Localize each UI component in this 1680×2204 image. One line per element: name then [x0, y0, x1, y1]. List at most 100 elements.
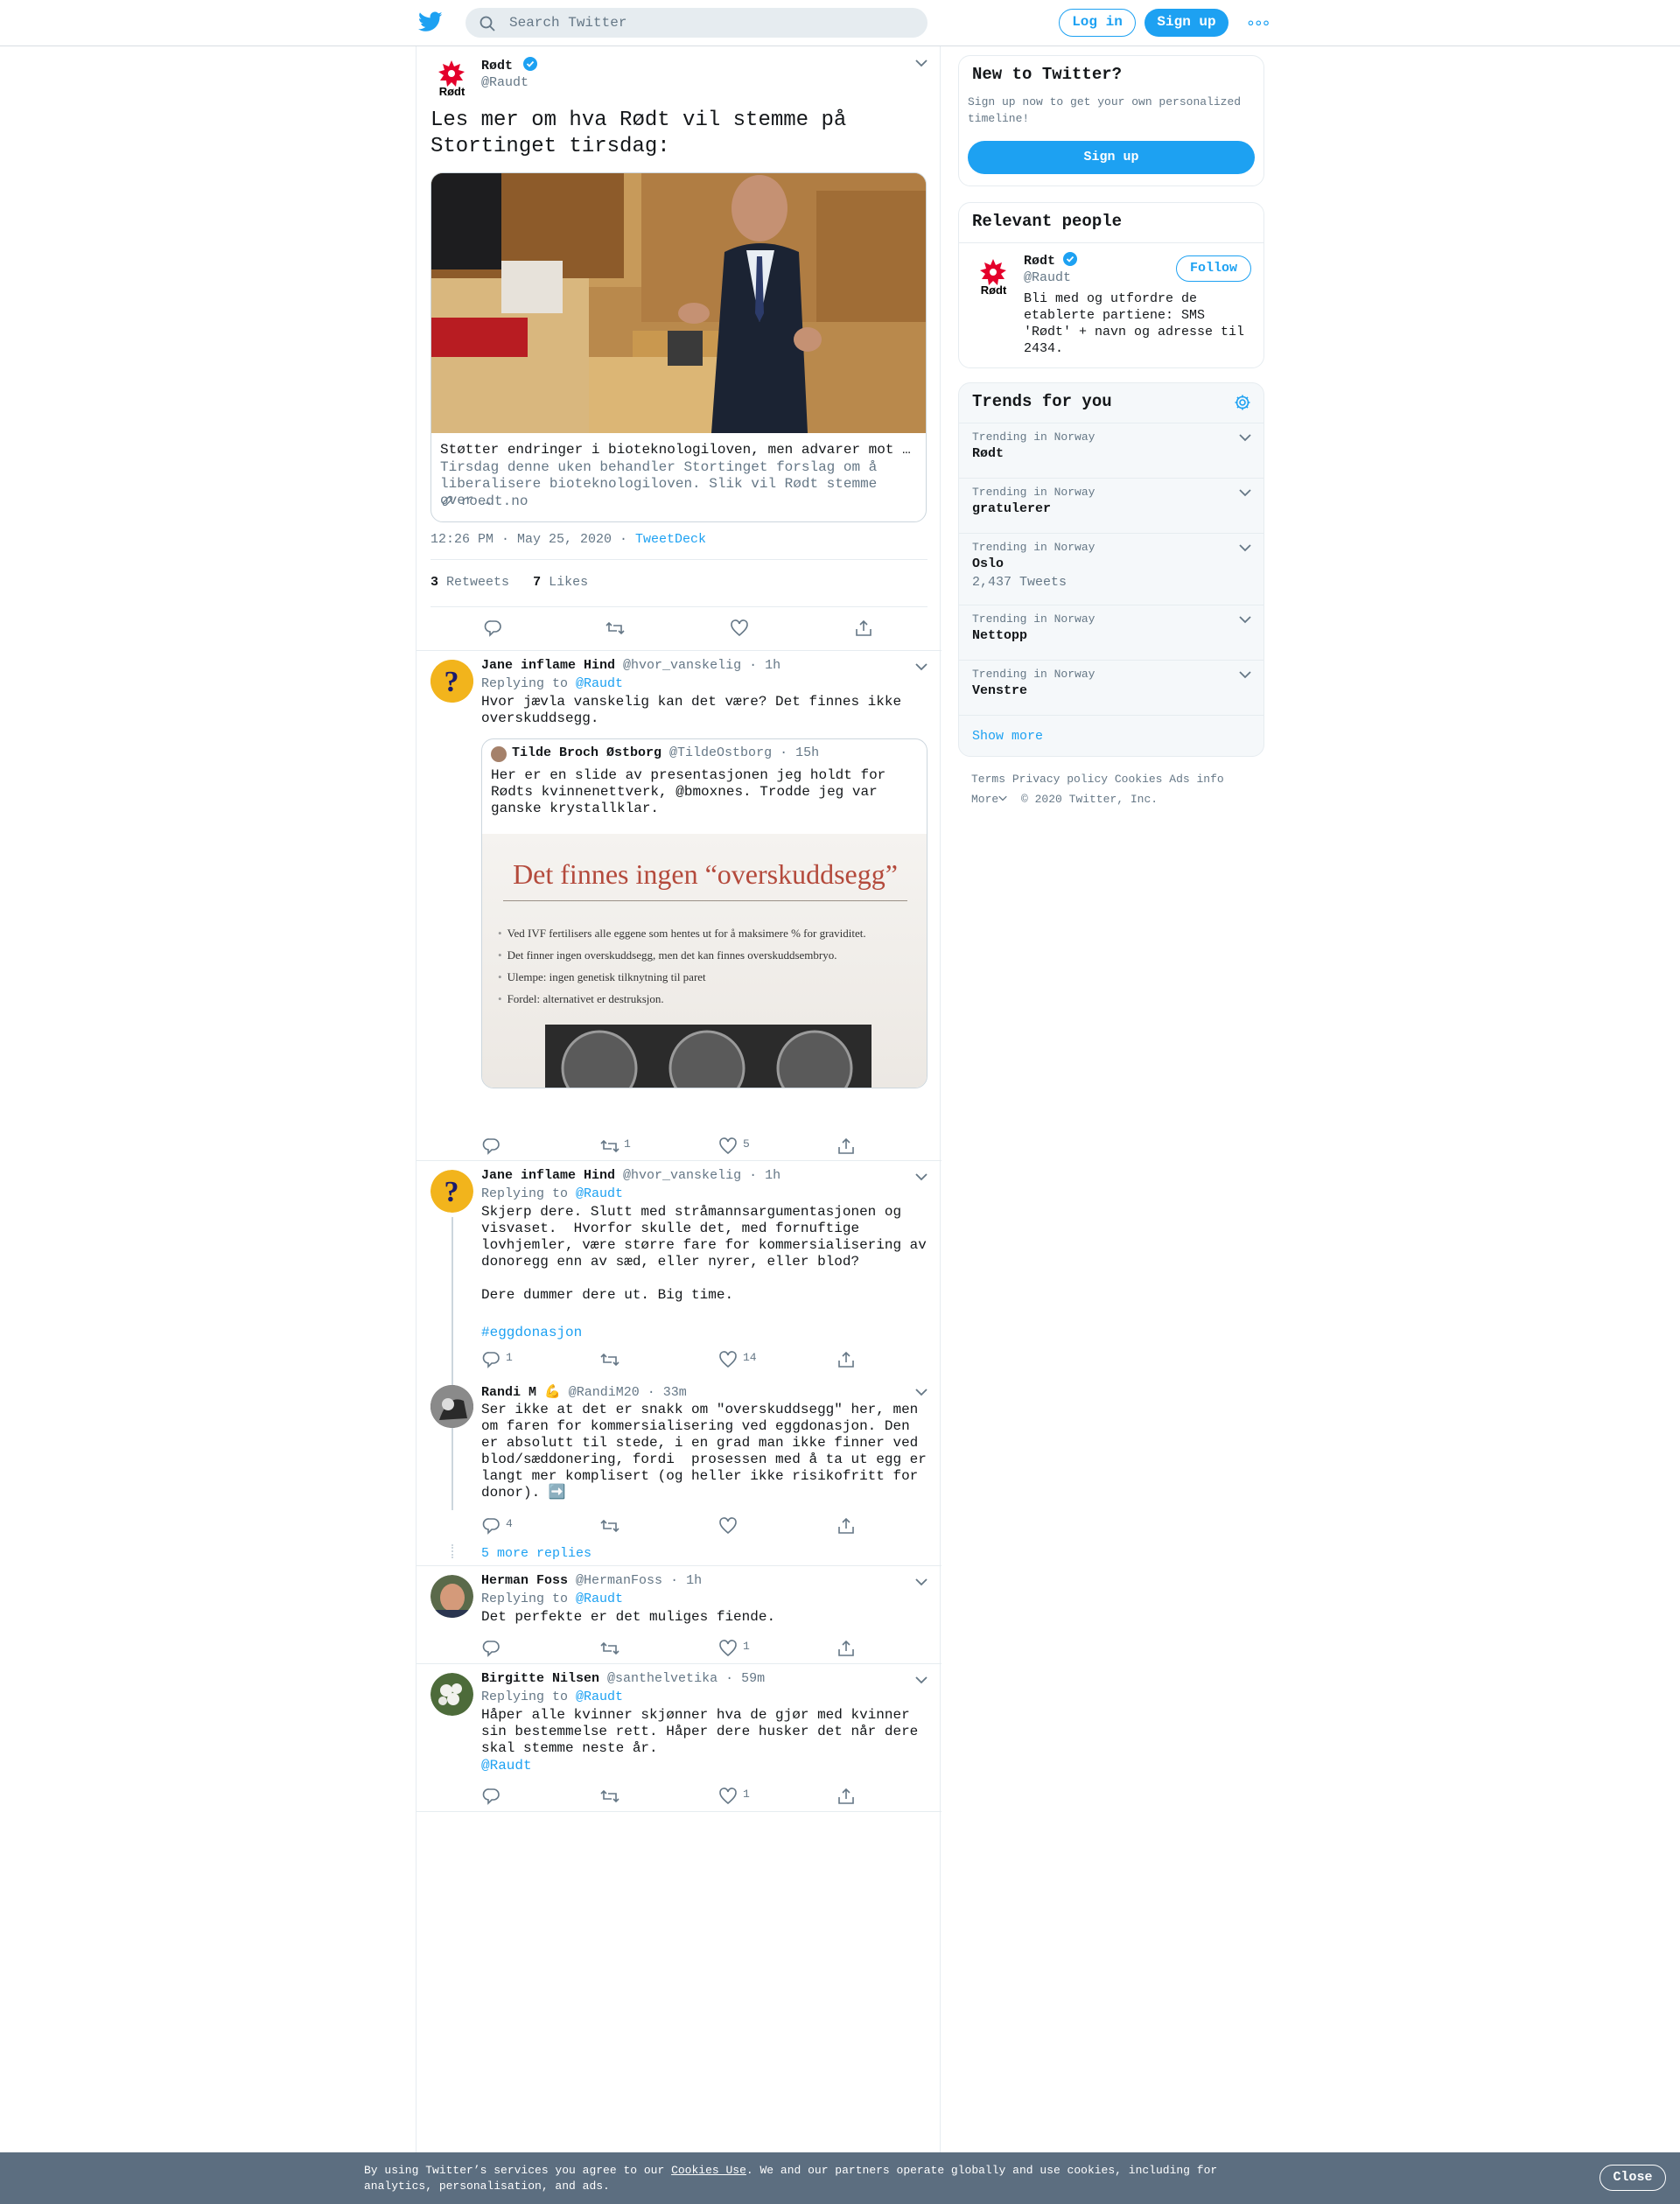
author-name[interactable]: Birgitte Nilsen [481, 1671, 599, 1686]
retweets-label[interactable]: Retweets [446, 575, 509, 590]
tweet-client[interactable]: TweetDeck [635, 532, 706, 547]
chevron-down-icon[interactable] [1239, 434, 1251, 443]
avatar[interactable] [430, 1575, 473, 1618]
reply-tweet[interactable]: Birgitte Nilsen @santhelvetika · 59m Rep… [416, 1664, 942, 1812]
reply-icon[interactable] [481, 1137, 500, 1156]
chevron-down-icon[interactable] [1239, 489, 1251, 498]
trend-item[interactable]: Trending in Norway Rødt [959, 423, 1264, 478]
mention-link[interactable]: @Raudt [576, 1186, 623, 1201]
retweet-icon[interactable] [600, 1516, 620, 1536]
like-icon[interactable] [718, 1137, 738, 1156]
author-name[interactable]: Jane inflame Hind [481, 1168, 615, 1183]
footer-link-cookies[interactable]: Cookies [1115, 773, 1163, 786]
chevron-down-icon[interactable] [915, 59, 928, 68]
share-icon[interactable] [836, 1350, 856, 1369]
mention-link[interactable]: @Raudt [481, 1758, 928, 1774]
sidebar-signup-button[interactable]: Sign up [968, 141, 1255, 174]
footer-link-ads[interactable]: Ads info [1169, 773, 1223, 786]
retweet-count[interactable]: 3 [430, 575, 438, 590]
share-icon[interactable] [836, 1516, 856, 1536]
share-icon[interactable] [836, 1137, 856, 1156]
avatar[interactable]: Rødt [972, 255, 1015, 298]
author-handle[interactable]: @hvor_vanskelig [623, 658, 741, 673]
chevron-down-icon[interactable] [1239, 544, 1251, 553]
trend-item[interactable]: Trending in Norway Nettopp [959, 605, 1264, 660]
more-options-icon[interactable]: ∘∘∘ [1246, 14, 1270, 33]
reply-time[interactable]: · 1h [670, 1573, 702, 1588]
author-handle[interactable]: @RandiM20 [569, 1385, 640, 1400]
mention-link[interactable]: @Raudt [576, 676, 623, 691]
twitter-logo-icon[interactable] [418, 11, 443, 32]
avatar[interactable]: Rødt [430, 57, 473, 100]
chevron-down-icon[interactable] [915, 1389, 928, 1397]
hashtag-link[interactable]: #eggdonasjon [481, 1325, 928, 1341]
reply-time[interactable]: · 59m [725, 1671, 765, 1686]
author-handle[interactable]: @hvor_vanskelig [623, 1168, 741, 1183]
share-icon[interactable] [836, 1639, 856, 1658]
avatar[interactable]: ? [430, 660, 473, 703]
like-icon[interactable] [718, 1350, 738, 1369]
share-icon[interactable] [854, 619, 873, 638]
likes-label[interactable]: Likes [549, 575, 588, 590]
like-icon[interactable] [718, 1787, 738, 1806]
search-input[interactable]: Search Twitter [466, 8, 928, 38]
reply-icon[interactable] [481, 1787, 500, 1806]
chevron-down-icon[interactable] [915, 663, 928, 672]
share-icon[interactable] [836, 1787, 856, 1806]
show-more-link[interactable]: Show more [972, 729, 1043, 744]
gear-icon[interactable] [1234, 394, 1251, 411]
mention-link[interactable]: @Raudt [576, 1690, 623, 1704]
person-handle[interactable]: @Raudt [1024, 270, 1071, 285]
signup-button[interactable]: Sign up [1144, 9, 1228, 37]
chevron-down-icon[interactable] [915, 1173, 928, 1182]
reply-tweet[interactable]: ? Jane inflame Hind @hvor_vanskelig · 1h… [416, 651, 942, 1161]
chevron-down-icon[interactable] [915, 1578, 928, 1587]
quoted-tweet[interactable]: Tilde Broch Østborg @TildeOstborg · 15h … [481, 738, 928, 1088]
like-icon[interactable] [718, 1516, 738, 1536]
reply-icon[interactable] [483, 619, 502, 638]
reply-icon[interactable] [481, 1350, 500, 1369]
author-name[interactable]: Rødt [481, 59, 513, 73]
chevron-down-icon[interactable] [915, 1676, 928, 1685]
footer-link-terms[interactable]: Terms [971, 773, 1005, 786]
author-name[interactable]: Herman Foss [481, 1573, 568, 1588]
follow-button[interactable]: Follow [1176, 255, 1251, 282]
retweet-icon[interactable] [600, 1350, 620, 1369]
trend-item[interactable]: Trending in Norway Venstre [959, 660, 1264, 715]
tweet-timestamp[interactable]: 12:26 PM · May 25, 2020 · [430, 532, 635, 547]
reply-time[interactable]: · 1h [749, 658, 780, 673]
retweet-icon[interactable] [600, 1787, 620, 1806]
person-name[interactable]: Rødt [1024, 254, 1055, 269]
chevron-down-icon[interactable] [998, 795, 1008, 802]
avatar[interactable] [430, 1385, 473, 1428]
mention-link[interactable]: @Raudt [576, 1592, 623, 1606]
cookies-use-link[interactable]: Cookies Use [671, 2164, 746, 2177]
reply-time[interactable]: · 33m [648, 1385, 687, 1400]
author-handle[interactable]: @HermanFoss [576, 1573, 662, 1588]
like-icon[interactable] [730, 619, 749, 638]
footer-more-link[interactable]: More [971, 793, 998, 806]
like-icon[interactable] [718, 1639, 738, 1658]
reply-tweet[interactable]: Herman Foss @HermanFoss · 1h Replying to… [416, 1566, 942, 1664]
reply-icon[interactable] [481, 1516, 500, 1536]
author-handle[interactable]: @Raudt [481, 75, 528, 90]
show-more-trends[interactable]: Show more [959, 715, 1264, 756]
link-card[interactable]: Støtter endringer i bioteknologiloven, m… [430, 172, 927, 522]
like-count[interactable]: 7 [533, 575, 541, 590]
author-name[interactable]: Jane inflame Hind [481, 658, 615, 673]
reply-icon[interactable] [481, 1639, 500, 1658]
retweet-icon[interactable] [606, 619, 625, 638]
trend-item[interactable]: Trending in Norway Oslo 2,437 Tweets [959, 533, 1264, 605]
reply-time[interactable]: · 1h [749, 1168, 780, 1183]
login-button[interactable]: Log in [1059, 9, 1136, 37]
chevron-down-icon[interactable] [1239, 616, 1251, 625]
avatar[interactable]: ? [430, 1170, 473, 1213]
retweet-icon[interactable] [600, 1639, 620, 1658]
chevron-down-icon[interactable] [1239, 671, 1251, 680]
retweet-icon[interactable] [600, 1137, 620, 1156]
footer-link-privacy[interactable]: Privacy policy [1012, 773, 1108, 786]
avatar[interactable] [430, 1673, 473, 1716]
author-name[interactable]: Randi M [481, 1385, 536, 1400]
show-more-replies-link[interactable]: 5 more replies [481, 1545, 928, 1562]
trend-item[interactable]: Trending in Norway gratulerer [959, 478, 1264, 533]
